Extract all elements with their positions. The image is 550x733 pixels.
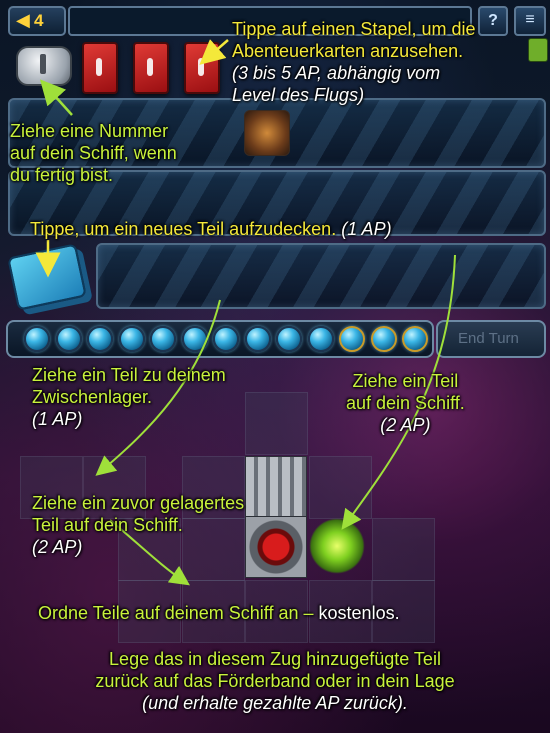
note-to-ship: Ziehe ein Teil auf dein Schiff. (2 AP) bbox=[346, 371, 465, 435]
note-from-stash: Ziehe ein zuvor gelagertes Teil auf dein… bbox=[32, 493, 245, 557]
note-stack: Tippe auf einen Stapel, um die Abenteuer… bbox=[232, 19, 476, 105]
note-stash: Ziehe ein Teil zu deinem Zwischenlager. … bbox=[32, 365, 226, 429]
note-return: Lege das in diesem Zug hinzugefügte Teil… bbox=[95, 649, 455, 713]
arrow-stack bbox=[199, 39, 229, 65]
note-reveal: Tippe, um ein neues Teil aufzudecken. (1… bbox=[30, 219, 392, 239]
note-number: Ziehe eine Nummer auf dein Schiff, wenn … bbox=[10, 121, 177, 185]
arrow-number bbox=[39, 79, 73, 116]
note-arrange: Ordne Teile auf deinem Schiff an – koste… bbox=[38, 603, 400, 623]
